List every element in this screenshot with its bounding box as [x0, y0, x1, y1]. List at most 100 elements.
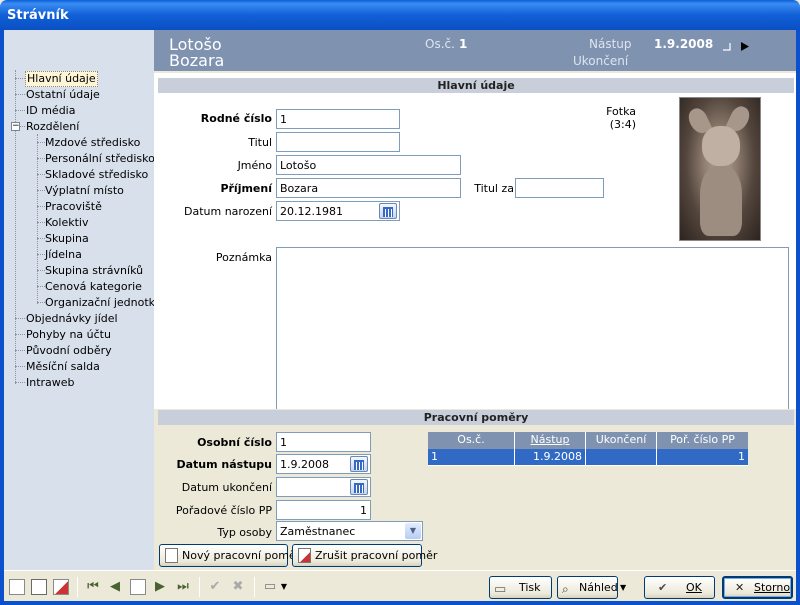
grid-header-osc[interactable]: Os.č. — [428, 432, 515, 449]
header-ukonceni-label: Ukončení — [573, 54, 629, 68]
record-header: Lotošo Bozara Os.č. 1 Nástup 1.9.2008 Uk… — [154, 30, 796, 71]
storno-label: Storno — [754, 581, 791, 594]
zrusit-pracovni-pomer-button[interactable]: Zrušit pracovní poměr — [292, 544, 437, 567]
tree-item-objednavky-jidel[interactable]: Objednávky jídel — [26, 311, 118, 327]
nahled-dropdown-icon[interactable]: ▼ — [620, 583, 626, 592]
ok-button[interactable]: ✔ OK — [644, 576, 715, 599]
section-hlavni-udaje-header: Hlavní údaje — [158, 78, 794, 93]
prijmeni-label: Příjmení — [220, 182, 272, 195]
tree-item-rozdeleni[interactable]: Rozdělení — [26, 119, 79, 135]
new-record-icon[interactable] — [9, 579, 25, 595]
delete-document-icon — [298, 548, 311, 563]
grid-header-ukonceni[interactable]: Ukončení — [586, 432, 657, 449]
previous-record-icon[interactable]: ◀ — [107, 579, 123, 595]
header-nastup-value: 1.9.2008 — [654, 37, 714, 51]
tree-item-mzdove-stredisko[interactable]: Mzdové středisko — [45, 135, 140, 151]
header-osc-label: Os.č. — [425, 37, 455, 51]
typ-osoby-select[interactable]: Zaměstnanec ▼ — [276, 521, 423, 541]
grid-cell-nastup[interactable]: 1.9.2008 — [515, 449, 586, 465]
header-osc-value: 1 — [459, 37, 468, 51]
tree-item-skupina[interactable]: Skupina — [45, 231, 89, 247]
confirm-icon[interactable]: ✔ — [207, 579, 223, 595]
poradove-cislo-label: Pořadové číslo PP — [175, 504, 272, 517]
window-frame: Hlavní údaje Ostatní údaje ID média − Ro… — [0, 30, 800, 605]
copy-record-icon[interactable] — [31, 579, 47, 595]
record-list-icon[interactable] — [130, 579, 146, 595]
datum-nastupu-calendar-icon[interactable] — [350, 456, 368, 472]
tree-item-cenova-kategorie[interactable]: Cenová kategorie — [45, 279, 142, 295]
tree-item-skladove-stredisko[interactable]: Skladové středisko — [45, 167, 148, 183]
tisk-label: Tisk — [519, 581, 541, 594]
typ-osoby-value: Zaměstnanec — [280, 525, 356, 538]
tree-item-organizacni-jednotka[interactable]: Organizační jednotka — [45, 295, 162, 311]
nahled-label: Náhled — [579, 581, 618, 594]
tree-item-intraweb[interactable]: Intraweb — [26, 375, 75, 391]
grid-cell-osc[interactable]: 1 — [428, 449, 515, 465]
fotka-label: Fotka (3:4) — [606, 105, 636, 131]
header-nastup-label: Nástup — [589, 37, 632, 51]
tree-item-vyplatni-misto[interactable]: Výplatní místo — [45, 183, 124, 199]
rodne-cislo-input[interactable]: 1 — [276, 109, 400, 129]
bottom-toolbar: ⏮ ◀ ▶ ⏭ ✔ ✖ ▭ ▼ ▭ Tisk ⌕ Náhled ▼ ✔ OK ✕… — [4, 570, 796, 601]
tree-item-jidelna[interactable]: Jídelna — [45, 247, 82, 263]
titul-input[interactable] — [276, 132, 400, 152]
datum-ukonceni-label: Datum ukončení — [181, 481, 272, 494]
window-content: Hlavní údaje Ostatní údaje ID média − Ro… — [4, 30, 796, 601]
tree-item-kolektiv[interactable]: Kolektiv — [45, 215, 88, 231]
printer-dropdown-icon[interactable]: ▼ — [280, 579, 288, 595]
next-record-arrow-icon[interactable] — [741, 42, 749, 51]
delete-record-icon[interactable] — [53, 579, 69, 595]
section-pracovni-pomery-header: Pracovní poměry — [158, 410, 794, 425]
osobni-cislo-input[interactable]: 1 — [276, 432, 371, 452]
nahled-button[interactable]: ⌕ Náhled — [557, 576, 618, 599]
cancel-icon[interactable]: ✖ — [230, 579, 246, 595]
titul-za-input[interactable] — [515, 178, 604, 198]
expand-corner-icon[interactable] — [722, 42, 732, 52]
tree-item-personalni-stredisko[interactable]: Personální středisko — [45, 151, 155, 167]
titul-za-label: Titul za — [474, 182, 514, 195]
datum-narozeni-calendar-icon[interactable] — [379, 203, 397, 219]
window-title: Strávník — [7, 8, 69, 23]
fotka-ratio: (3:4) — [609, 118, 636, 131]
chevron-down-icon[interactable]: ▼ — [405, 523, 421, 539]
novy-pracovni-pomer-label: Nový pracovní poměr — [182, 549, 301, 562]
datum-ukonceni-calendar-icon[interactable] — [350, 479, 368, 495]
tree-expander-collapse-icon[interactable]: − — [11, 122, 20, 131]
tree-item-mesicni-salda[interactable]: Měsíční salda — [26, 359, 100, 375]
fotka-label-text: Fotka — [606, 105, 636, 118]
poradove-cislo-input[interactable]: 1 — [276, 500, 371, 520]
photo-image[interactable] — [679, 97, 761, 241]
first-record-icon[interactable]: ⏮ — [85, 579, 101, 595]
window-titlebar: Strávník — [0, 0, 800, 30]
poznamka-textarea[interactable] — [276, 247, 789, 410]
print-icon: ▭ — [494, 582, 507, 597]
ok-label: OK — [686, 581, 702, 594]
employment-grid: Os.č. Nástup Ukončení Poř. číslo PP 1 1.… — [428, 432, 748, 466]
next-record-icon[interactable]: ▶ — [152, 579, 168, 595]
grid-cell-porcislo[interactable]: 1 — [657, 449, 748, 465]
grid-cell-ukonceni[interactable] — [586, 449, 657, 465]
tisk-button[interactable]: ▭ Tisk — [489, 576, 552, 599]
grid-header-nastup[interactable]: Nástup — [515, 432, 586, 449]
preview-icon: ⌕ — [562, 582, 569, 596]
datum-narozeni-label: Datum narození — [184, 205, 272, 218]
tree-item-id-media[interactable]: ID média — [26, 103, 75, 119]
storno-button[interactable]: ✕ Storno — [722, 576, 793, 599]
tree-item-pracoviste[interactable]: Pracoviště — [45, 199, 102, 215]
prijmeni-input[interactable]: Bozara — [276, 178, 461, 198]
typ-osoby-label: Typ osoby — [217, 526, 272, 539]
tree-item-skupina-stravniku[interactable]: Skupina strávníků — [45, 263, 143, 279]
tree-item-puvodni-odbery[interactable]: Původní odběry — [26, 343, 112, 359]
tree-item-hlavni-udaje[interactable]: Hlavní údaje — [25, 71, 98, 87]
novy-pracovni-pomer-button[interactable]: Nový pracovní poměr — [159, 544, 300, 567]
printer-icon[interactable]: ▭ — [262, 579, 278, 595]
tree-item-pohyby-na-uctu[interactable]: Pohyby na účtu — [26, 327, 111, 343]
tree-item-ostatni-udaje[interactable]: Ostatní údaje — [26, 87, 100, 103]
jmeno-input[interactable]: Lotošo — [276, 155, 461, 175]
last-record-icon[interactable]: ⏭ — [175, 579, 191, 595]
header-firstname: Bozara — [169, 51, 225, 70]
zrusit-pracovni-pomer-label: Zrušit pracovní poměr — [315, 549, 438, 562]
grid-header-porcislo[interactable]: Poř. číslo PP — [657, 432, 748, 449]
rodne-cislo-label: Rodné číslo — [200, 112, 272, 125]
check-icon: ✔ — [658, 581, 668, 594]
